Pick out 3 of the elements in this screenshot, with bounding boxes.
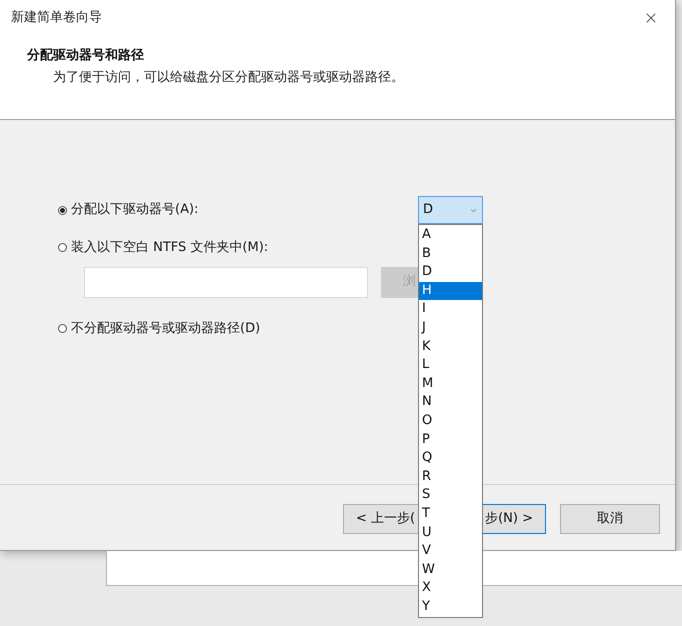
page-title: 分配驱动器号和路径 (27, 47, 144, 65)
window-title: 新建简单卷向导 (11, 9, 102, 28)
page-subtitle: 为了便于访问，可以给磁盘分区分配驱动器号或驱动器路径。 (53, 68, 404, 86)
